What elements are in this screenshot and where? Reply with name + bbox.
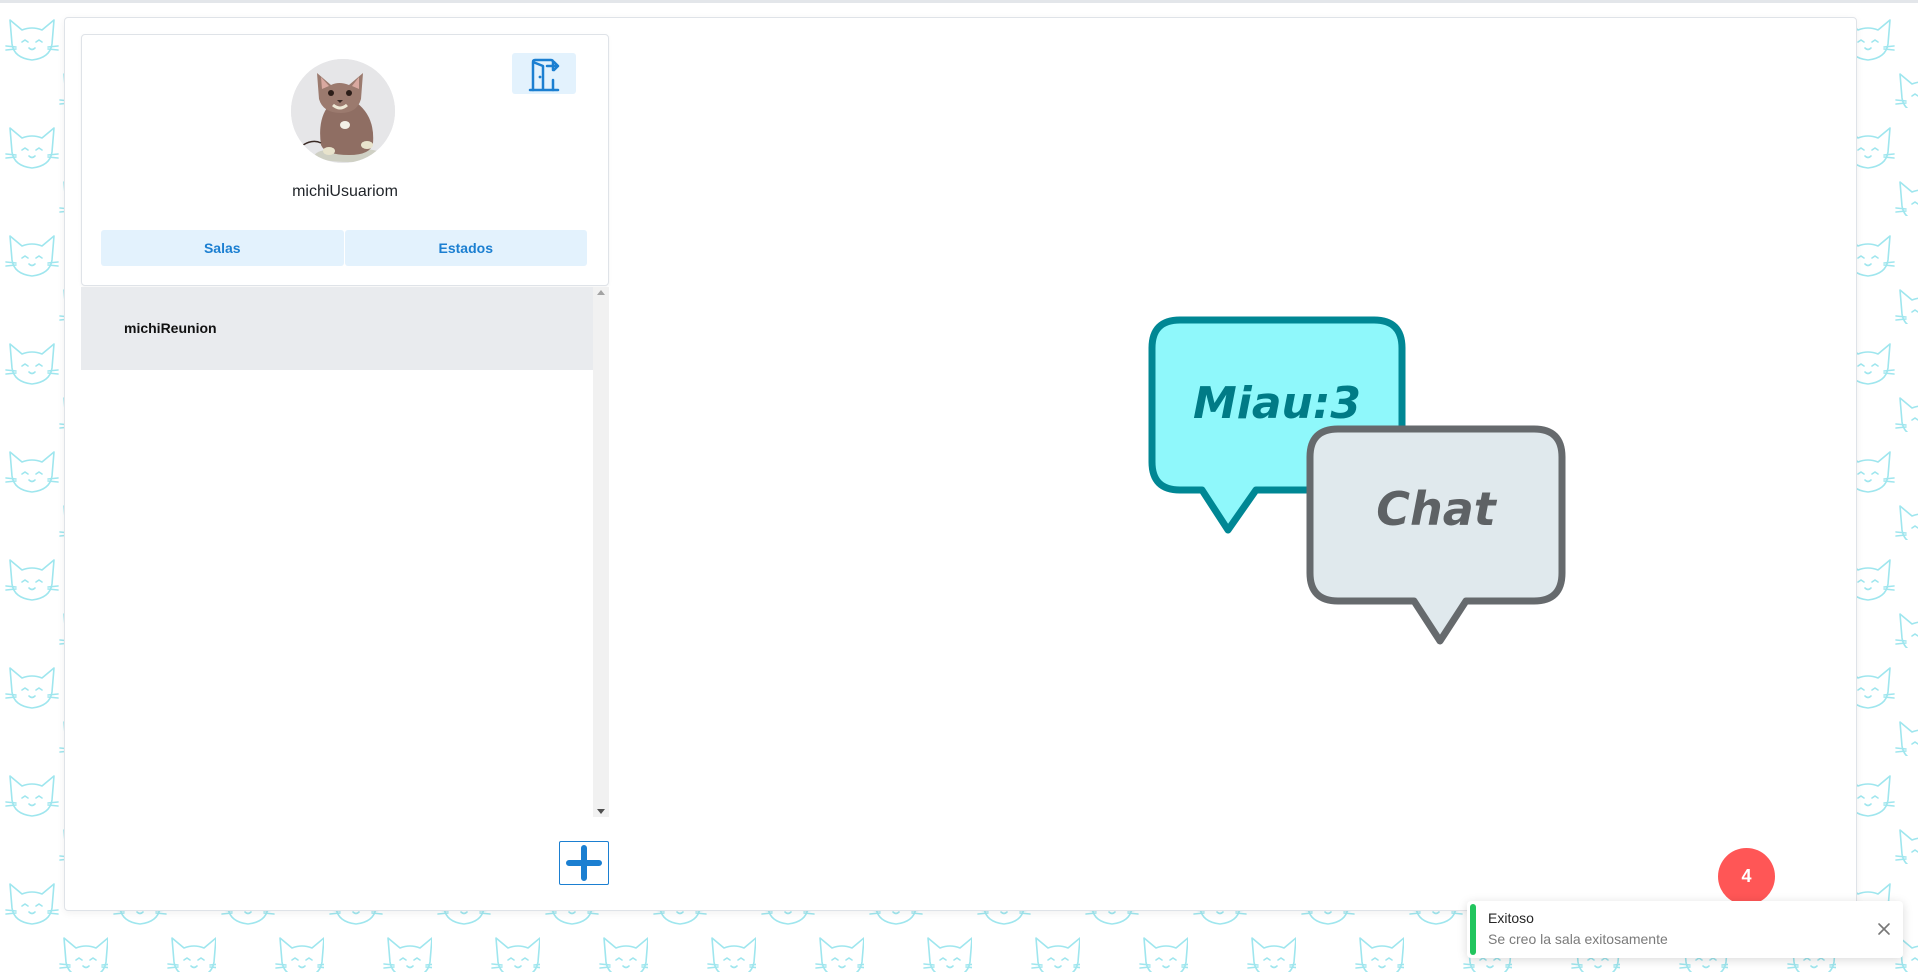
success-toast: Exitoso Se creo la sala exitosamente: [1467, 901, 1903, 958]
sidebar: michiUsuariom Salas Estados michiReunion: [81, 34, 609, 899]
miau-chat-logo: Miau:3 Chat: [1148, 316, 1566, 645]
tab-estados[interactable]: Estados: [344, 230, 587, 266]
room-list: michiReunion: [81, 287, 593, 817]
room-item[interactable]: michiReunion: [81, 287, 593, 370]
top-border: [0, 0, 1918, 3]
cat-avatar-icon: [291, 59, 395, 163]
tab-salas[interactable]: Salas: [101, 230, 344, 266]
scroll-up-arrow-icon[interactable]: [597, 290, 605, 295]
plus-icon: [566, 845, 602, 881]
add-room-button[interactable]: [559, 841, 609, 885]
room-list-scrollbar[interactable]: [593, 287, 609, 817]
toast-title: Exitoso: [1488, 910, 1534, 926]
room-name: michiReunion: [124, 320, 217, 336]
close-icon: [1878, 923, 1890, 935]
rooms-panel: michiReunion: [81, 287, 609, 817]
toast-message: Se creo la sala exitosamente: [1488, 931, 1668, 947]
notification-badge[interactable]: 4: [1718, 848, 1775, 905]
tab-bar: Salas Estados: [101, 230, 587, 266]
logo-secondary-text: Chat: [1376, 482, 1498, 536]
toast-accent-bar: [1470, 904, 1476, 955]
chat-app-window: michiUsuariom Salas Estados michiReunion: [64, 17, 1857, 911]
username: michiUsuariom: [292, 183, 398, 200]
scroll-down-arrow-icon[interactable]: [597, 809, 605, 814]
logout-button[interactable]: [512, 53, 576, 94]
profile-card: michiUsuariom Salas Estados: [81, 34, 609, 286]
toast-close-button[interactable]: [1875, 920, 1893, 938]
door-exit-icon: [528, 58, 560, 91]
avatar: [291, 59, 395, 163]
logo-primary-text: Miau:3: [1193, 378, 1361, 429]
